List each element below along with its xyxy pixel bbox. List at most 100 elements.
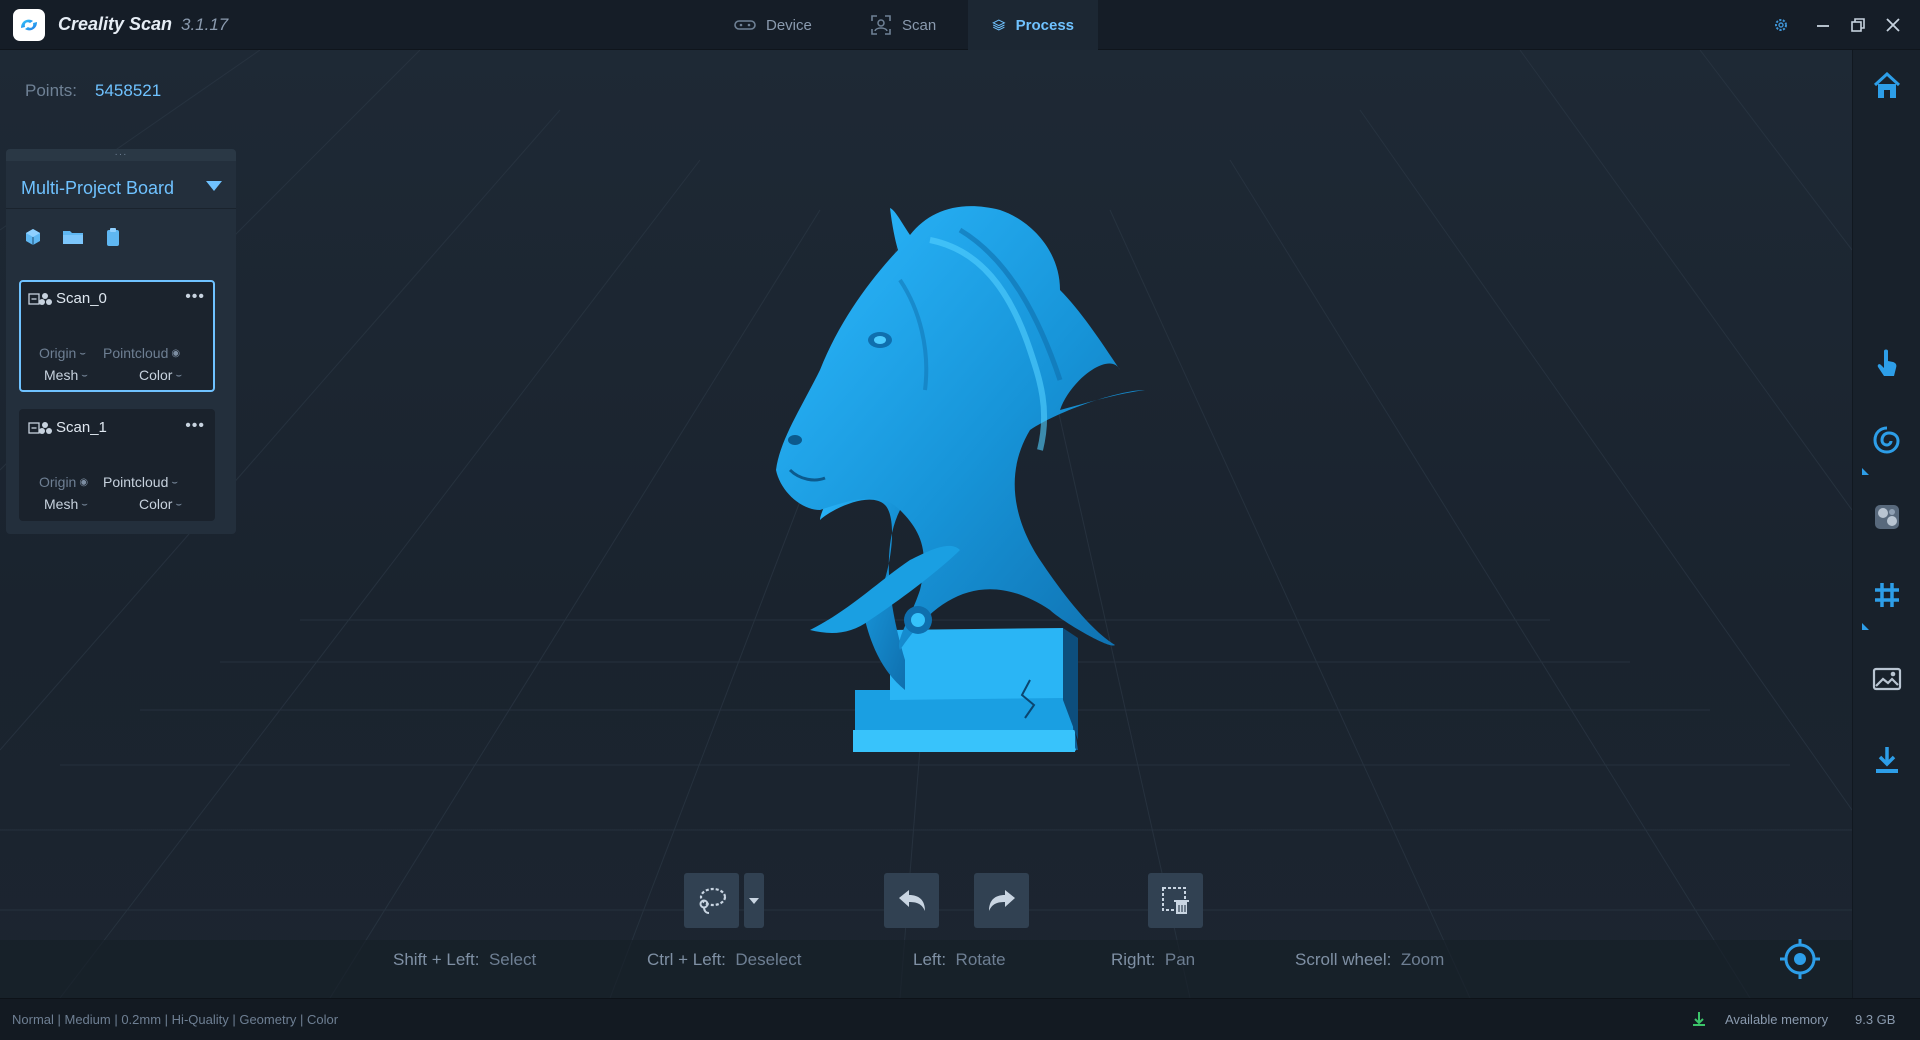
scan-1-mesh-toggle[interactable]: Mesh ⌣ [44, 496, 88, 512]
select-tool-button[interactable] [1870, 346, 1904, 380]
scan-0-mesh-toggle[interactable]: Mesh ⌣ [44, 367, 88, 383]
device-icon [734, 20, 756, 30]
scan-1-mesh-label: Mesh [44, 496, 79, 512]
scan-1-origin-toggle[interactable]: Origin ◉ [39, 474, 88, 490]
3d-viewport[interactable]: Points: 5458521 ··· Multi-Project Board [0, 50, 1852, 998]
scan-0-color-label: Color [139, 367, 173, 383]
eye-closed-icon: ⌣ [79, 347, 86, 359]
hint-deselect: Ctrl + Left: Deselect [647, 950, 801, 970]
scan-1-color-label: Color [139, 496, 173, 512]
available-memory-label: Available memory [1725, 1012, 1829, 1027]
hint-zoom-action: Zoom [1400, 950, 1445, 969]
settings-button[interactable] [1768, 12, 1794, 38]
hint-select-action: Select [488, 950, 537, 969]
chevron-down-icon [749, 897, 759, 904]
minimize-icon [1817, 25, 1829, 27]
scan-card-0-name: Scan_0 [56, 290, 107, 307]
app-version: 3.1.17 [181, 15, 229, 34]
status-bar: Normal | Medium | 0.2mm | Hi-Quality | G… [0, 998, 1920, 1040]
restore-button[interactable] [1845, 12, 1871, 38]
eye-closed-icon: ⌣ [175, 498, 183, 510]
center-view-button[interactable] [1776, 935, 1824, 983]
hint-zoom: Scroll wheel: Zoom [1295, 950, 1444, 970]
image-tool-button[interactable] [1870, 662, 1904, 696]
undo-button[interactable] [884, 873, 939, 928]
minimize-button[interactable] [1810, 12, 1836, 38]
scan-card-0[interactable]: Scan_0 ••• Origin ⌣ Pointcloud ◉ Mesh ⌣ … [19, 280, 215, 392]
collapse-group-icon [28, 292, 52, 305]
crosshair-icon [1780, 939, 1820, 979]
eye-open-icon: ◉ [79, 476, 89, 488]
selection-mode-dropdown[interactable] [744, 873, 764, 928]
close-button[interactable] [1880, 12, 1906, 38]
tab-scan[interactable]: Scan [846, 0, 960, 50]
folder-icon [63, 231, 83, 244]
alignment-tool-button[interactable] [1870, 423, 1904, 457]
hint-rotate-key: Left: [913, 950, 947, 969]
title-bar: Creality Scan 3.1.17 Device Scan Process [0, 0, 1920, 50]
scan-0-pointcloud-label: Pointcloud [103, 345, 169, 361]
available-memory-value: 9.3 GB [1855, 1012, 1896, 1027]
scan-card-0-title: Scan_0 [28, 290, 107, 307]
grid-hash-icon [1875, 583, 1899, 607]
texture-tool-button[interactable] [1870, 500, 1904, 534]
scan-card-0-more-button[interactable]: ••• [185, 289, 205, 305]
scan-0-pointcloud-toggle[interactable]: Pointcloud ◉ [103, 345, 180, 361]
board-dropdown-toggle[interactable] [206, 181, 222, 191]
logo-icon [21, 19, 37, 31]
scan-1-color-toggle[interactable]: Color ⌣ [139, 496, 182, 512]
right-toolbar [1852, 50, 1920, 998]
scan-0-origin-toggle[interactable]: Origin ⌣ [39, 345, 86, 361]
delete-selection-icon [1161, 886, 1189, 914]
board-header: Multi-Project Board [6, 161, 236, 209]
redo-button[interactable] [974, 873, 1029, 928]
eye-open-icon: ◉ [171, 347, 181, 359]
board-drag-handle[interactable]: ··· [6, 149, 236, 161]
horse-model [776, 206, 1145, 752]
mesh-tool-button[interactable] [1870, 578, 1904, 612]
scan-card-1-name: Scan_1 [56, 419, 107, 436]
board-tool-model[interactable] [21, 225, 45, 249]
points-value: 5458521 [95, 81, 162, 100]
home-view-button[interactable] [1870, 69, 1904, 103]
hint-rotate: Left: Rotate [913, 950, 1006, 970]
lasso-icon [699, 887, 726, 914]
hint-pan: Right: Pan [1111, 950, 1195, 970]
restore-icon [1851, 18, 1865, 32]
board-toolbar [21, 225, 125, 249]
tab-process[interactable]: Process [968, 0, 1098, 50]
texture-icon [1875, 505, 1899, 529]
scan-0-origin-label: Origin [39, 345, 77, 361]
image-icon [1872, 667, 1902, 691]
collapse-group-icon [28, 421, 52, 434]
hint-pan-key: Right: [1111, 950, 1156, 969]
clipboard-icon [107, 228, 119, 246]
layers-icon [992, 19, 1006, 31]
cube-icon [26, 229, 40, 245]
submenu-indicator [1862, 623, 1869, 630]
scan-1-pointcloud-label: Pointcloud [103, 474, 169, 490]
hand-pointer-icon [1877, 349, 1897, 376]
tab-device-label: Device [766, 16, 812, 34]
hint-zoom-key: Scroll wheel: [1295, 950, 1392, 969]
board-title: Multi-Project Board [21, 178, 175, 198]
gear-icon [1775, 19, 1787, 31]
close-icon [1886, 18, 1900, 32]
delete-selection-button[interactable] [1148, 873, 1203, 928]
scan-1-pointcloud-toggle[interactable]: Pointcloud ⌣ [103, 474, 178, 490]
scan-0-color-toggle[interactable]: Color ⌣ [139, 367, 182, 383]
undo-icon [898, 889, 925, 911]
lasso-select-button[interactable] [684, 873, 739, 928]
scan-card-1-title: Scan_1 [28, 419, 107, 436]
scan-card-1-more-button[interactable]: ••• [185, 418, 205, 434]
export-button[interactable] [1870, 743, 1904, 777]
board-tool-open-folder[interactable] [61, 225, 85, 249]
tab-device[interactable]: Device [710, 0, 836, 50]
board-tool-clipboard[interactable] [101, 225, 125, 249]
scan-1-origin-label: Origin [39, 474, 77, 490]
hint-rotate-action: Rotate [955, 950, 1006, 969]
scan-settings-summary: Normal | Medium | 0.2mm | Hi-Quality | G… [12, 1012, 339, 1027]
scan-card-1[interactable]: Scan_1 ••• Origin ◉ Pointcloud ⌣ Mesh ⌣ … [19, 409, 215, 521]
tab-scan-label: Scan [902, 16, 937, 34]
hint-deselect-key: Ctrl + Left: [647, 950, 726, 969]
